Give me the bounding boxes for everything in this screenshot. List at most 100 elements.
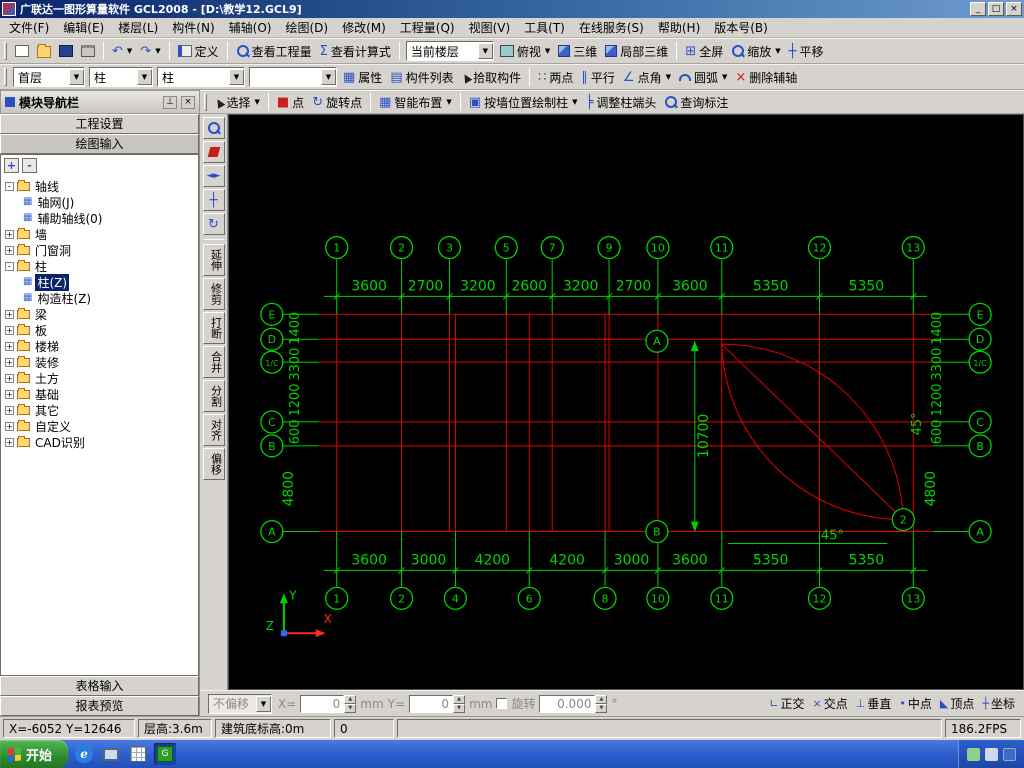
project-settings-button[interactable]: 工程设置 <box>0 114 199 134</box>
menu-tools[interactable]: 工具(T) <box>517 17 572 38</box>
y-spin-down[interactable]: ▼ <box>453 703 466 713</box>
zoom-window-button[interactable] <box>202 117 225 139</box>
rotate-button[interactable]: ↻ <box>202 213 225 235</box>
x-spin-down[interactable]: ▼ <box>344 703 357 713</box>
tree-expander[interactable]: + <box>5 405 14 415</box>
menu-component[interactable]: 构件(N) <box>165 17 221 38</box>
tree-item[interactable]: ▦ 轴网(J) <box>1 194 198 210</box>
query-annotation-button[interactable]: 查询标注 <box>660 91 732 113</box>
angle-spin-down[interactable]: ▼ <box>595 703 608 713</box>
save-button[interactable] <box>55 40 77 62</box>
tree-item[interactable]: ▦ 辅助轴线(0) <box>1 210 198 226</box>
print-button[interactable] <box>77 40 99 62</box>
y-input[interactable]: 0 <box>409 694 454 713</box>
chevron-down-icon[interactable]: ▼ <box>137 69 152 85</box>
mirror-button[interactable]: ◄► <box>202 165 225 187</box>
category-combo[interactable]: 柱 ▼ <box>89 67 153 87</box>
tree-expander[interactable]: - <box>5 261 14 271</box>
toolbar-grip[interactable] <box>204 93 207 111</box>
component-list-button[interactable]: ▤ 构件列表 <box>386 66 457 88</box>
vertex-button[interactable]: ◣ 顶点 <box>937 693 977 714</box>
menu-quantity[interactable]: 工程量(Q) <box>393 17 462 38</box>
close-button[interactable]: × <box>1006 2 1022 16</box>
tree-item[interactable]: -柱 <box>1 258 198 274</box>
undo-button[interactable]: ↶ ▼ <box>108 40 136 62</box>
pin-icon[interactable]: ⊥ <box>163 95 177 109</box>
show-desktop-launcher[interactable] <box>100 743 122 765</box>
floor-combo[interactable]: 首层 ▼ <box>13 67 85 87</box>
tree-item[interactable]: + 板 <box>1 322 198 338</box>
tree-item[interactable]: - 轴线 <box>1 178 198 194</box>
chevron-down-icon[interactable]: ▼ <box>256 695 271 712</box>
collapse-all-button[interactable]: - <box>22 158 37 173</box>
y-spin-up[interactable]: ▲ <box>453 694 466 704</box>
local-three-d-button[interactable]: 局部三维 <box>601 40 672 62</box>
start-button[interactable]: 开始 <box>0 740 69 768</box>
perpendicular-button[interactable]: ⊥ 垂直 <box>853 693 895 714</box>
rotate-point-button[interactable]: ↻ 旋转点 <box>308 91 366 113</box>
arc-axis-button[interactable]: 圆弧 ▼ <box>675 66 731 88</box>
menu-online-service[interactable]: 在线服务(S) <box>572 17 651 38</box>
fullscreen-button[interactable]: ⊞ 全屏 <box>681 40 727 62</box>
side-tool-trim[interactable]: 修剪 <box>202 278 225 310</box>
empty-combo[interactable]: ▼ <box>249 67 337 87</box>
menu-modify[interactable]: 修改(M) <box>335 17 393 38</box>
two-point-axis-button[interactable]: ∷ 两点 <box>534 66 577 88</box>
tree-item[interactable]: + 梁 <box>1 306 198 322</box>
rotate-checkbox[interactable] <box>496 698 508 709</box>
point-angle-axis-button[interactable]: ∠ 点角 ▼ <box>619 66 675 88</box>
menu-edit[interactable]: 编辑(E) <box>56 17 111 38</box>
close-panel-icon[interactable]: × <box>181 95 195 109</box>
three-d-button[interactable]: 三维 <box>554 40 601 62</box>
side-tool-offset[interactable]: 偏移 <box>202 448 225 480</box>
side-tool-align[interactable]: 对齐 <box>202 414 225 446</box>
tree-item[interactable]: + 楼梯 <box>1 338 198 354</box>
delete-aux-axis-button[interactable]: × 删除辅轴 <box>731 66 801 88</box>
zoom-button[interactable]: 缩放 ▼ <box>727 40 784 62</box>
tree-item[interactable]: ▦ 柱(Z) <box>1 273 198 291</box>
point-draw-button[interactable]: ■ 点 <box>273 91 308 113</box>
ie-launcher[interactable]: e <box>73 743 95 765</box>
pick-component-button[interactable]: ▲ 拾取构件 <box>458 66 525 88</box>
tree-item[interactable]: ▦ 构造柱(Z) <box>1 290 198 306</box>
tree-item[interactable]: + CAD识别 <box>1 434 198 450</box>
side-tool-extend[interactable]: 延伸 <box>202 244 225 276</box>
midpoint-button[interactable]: • 中点 <box>896 693 935 714</box>
draw-input-button[interactable]: 绘图输入 <box>0 134 199 154</box>
menu-floor[interactable]: 楼层(L) <box>111 17 165 38</box>
spreadsheet-app-task[interactable] <box>127 743 149 765</box>
tray-volume-icon[interactable] <box>985 747 998 761</box>
current-floor-combo[interactable]: 当前楼层 ▼ <box>405 41 494 61</box>
tree-expander[interactable]: + <box>5 245 14 255</box>
tray-status-icon[interactable] <box>967 747 980 761</box>
toolbar-grip[interactable] <box>4 42 7 60</box>
move-button[interactable]: ┼ <box>202 189 225 211</box>
smart-layout-button[interactable]: ▦ 智能布置 ▼ <box>375 91 456 113</box>
brush-button[interactable] <box>202 141 225 163</box>
table-input-button[interactable]: 表格输入 <box>0 676 199 696</box>
toolbar-grip[interactable] <box>4 68 7 86</box>
menu-draw[interactable]: 绘图(D) <box>278 17 335 38</box>
tree-item[interactable]: + 门窗洞 <box>1 242 198 258</box>
x-spin-up[interactable]: ▲ <box>344 694 357 704</box>
tree-expander[interactable]: + <box>5 229 14 239</box>
parallel-axis-button[interactable]: ∥ 平行 <box>577 66 619 88</box>
view-calc-button[interactable]: Σ 查看计算式 <box>316 40 395 62</box>
minimize-button[interactable]: _ <box>970 2 986 16</box>
element-combo[interactable]: 柱 ▼ <box>157 67 245 87</box>
menu-help[interactable]: 帮助(H) <box>651 17 707 38</box>
properties-button[interactable]: ▦ 属性 <box>339 66 386 88</box>
tree-expander[interactable]: + <box>5 373 14 383</box>
gcl-app-task[interactable]: G <box>154 743 177 765</box>
tree-expander[interactable]: + <box>5 389 14 399</box>
top-view-button[interactable]: 俯视 ▼ <box>496 40 554 62</box>
view-quantity-button[interactable]: 查看工程量 <box>232 40 316 62</box>
chevron-down-icon[interactable]: ▼ <box>229 69 244 85</box>
menu-aux-axis[interactable]: 辅轴(O) <box>222 17 279 38</box>
maximize-button[interactable]: □ <box>988 2 1004 16</box>
redo-button[interactable]: ↷ ▼ <box>136 40 164 62</box>
tree-expander[interactable]: + <box>5 341 14 351</box>
tree-item[interactable]: + 装修 <box>1 354 198 370</box>
offset-combo[interactable]: 不偏移 ▼ <box>208 693 272 714</box>
tree-item[interactable]: + 土方 <box>1 370 198 386</box>
